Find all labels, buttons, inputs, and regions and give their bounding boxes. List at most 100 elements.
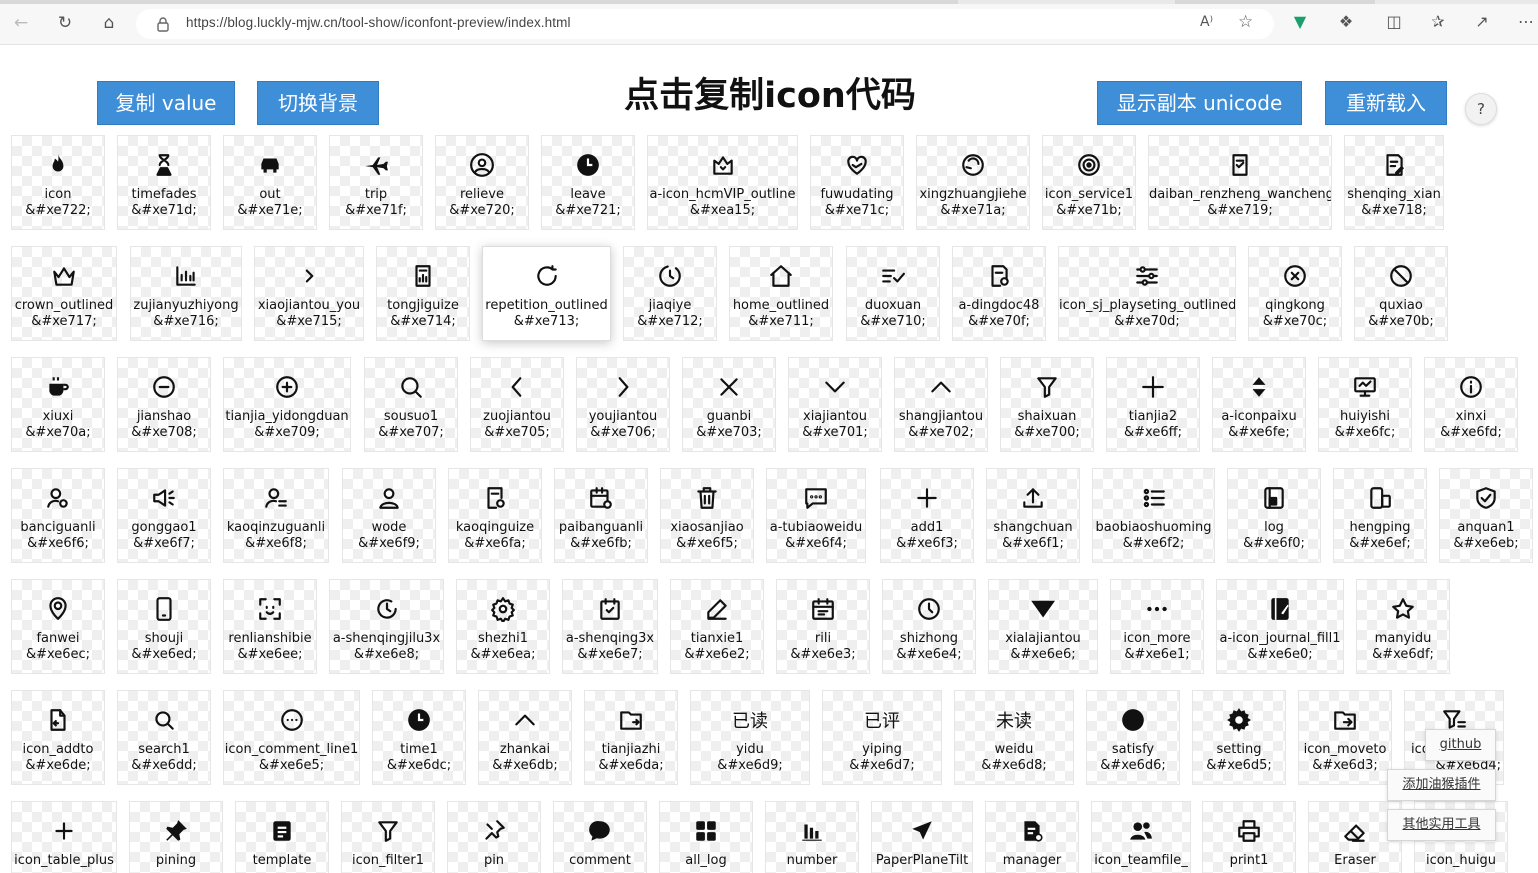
icon-card-yiping[interactable]: 已评 yiping &#xe6d7; — [822, 690, 942, 785]
active-tab-edge[interactable] — [0, 0, 958, 4]
icon-card-a-iconpaixu[interactable]: a-iconpaixu &#xe6fe; — [1212, 357, 1306, 452]
icon-card-shangchuan[interactable]: shangchuan &#xe6f1; — [986, 468, 1080, 563]
icon-card-rili[interactable]: rili &#xe6e3; — [776, 579, 870, 674]
other-tools-link[interactable]: 其他实用工具 — [1387, 809, 1496, 841]
icon-card-search1[interactable]: search1 &#xe6dd; — [117, 690, 211, 785]
back-icon[interactable]: ← — [10, 12, 32, 34]
icon-card-a-dingdoc48[interactable]: a-dingdoc48 &#xe70f; — [952, 246, 1046, 341]
icon-card-paibanguanli[interactable]: paibanguanli &#xe6fb; — [554, 468, 648, 563]
icon-card-a-shenqing3x[interactable]: a-shenqing3x &#xe6e7; — [562, 579, 658, 674]
icon-card-kaoqinguize[interactable]: kaoqinguize &#xe6fa; — [448, 468, 542, 563]
icon-card-zuojiantou[interactable]: zuojiantou &#xe705; — [470, 357, 564, 452]
icon-card-a-icon-hcmvip-outline[interactable]: a-icon_hcmVIP_outline &#xea15; — [647, 135, 798, 230]
icon-card-trip[interactable]: trip &#xe71f; — [329, 135, 423, 230]
icon-card-guanbi[interactable]: guanbi &#xe703; — [682, 357, 776, 452]
icon-card-weidu[interactable]: 未读 weidu &#xe6d8; — [954, 690, 1074, 785]
icon-card-timefades[interactable]: timefades &#xe71d; — [117, 135, 211, 230]
icon-card-anquan1[interactable]: anquan1 &#xe6eb; — [1439, 468, 1533, 563]
icon-card-qingkong[interactable]: qingkong &#xe70c; — [1248, 246, 1342, 341]
add-tampermonkey-link[interactable]: 添加油猴插件 — [1387, 769, 1496, 801]
icon-card-a-shenqingjilu3x[interactable]: a-shenqingjilu3x &#xe6e8; — [329, 579, 444, 674]
icon-card-huiyishi[interactable]: huiyishi &#xe6fc; — [1318, 357, 1412, 452]
icon-card-tianjiazhi[interactable]: tianjiazhi &#xe6da; — [584, 690, 678, 785]
icon-card-icon-service1[interactable]: icon_service1 &#xe71b; — [1042, 135, 1136, 230]
icon-card-zhankai[interactable]: zhankai &#xe6db; — [478, 690, 572, 785]
icon-card-renlianshibie[interactable]: renlianshibie &#xe6ee; — [223, 579, 317, 674]
home-icon[interactable]: ⌂ — [98, 12, 120, 34]
icon-card-tongjiguize[interactable]: tongjiguize &#xe714; — [376, 246, 470, 341]
icon-card-shaixuan[interactable]: shaixuan &#xe700; — [1000, 357, 1094, 452]
icon-card-tianjia2[interactable]: tianjia2 &#xe6ff; — [1106, 357, 1200, 452]
more-icon[interactable]: ⋯ — [1516, 12, 1536, 32]
icon-card-relieve[interactable]: relieve &#xe720; — [435, 135, 529, 230]
lock-icon[interactable] — [156, 16, 170, 32]
icon-card-icon[interactable]: icon &#xe722; — [11, 135, 105, 230]
icon-card-pining[interactable]: pining — [129, 801, 223, 873]
icon-card-setting[interactable]: setting &#xe6d5; — [1192, 690, 1286, 785]
icon-card-print1[interactable]: print1 — [1202, 801, 1296, 873]
icon-card-quxiao[interactable]: quxiao &#xe70b; — [1354, 246, 1448, 341]
icon-card-add1[interactable]: add1 &#xe6f3; — [880, 468, 974, 563]
icon-card-paperplanetilt[interactable]: PaperPlaneTilt — [871, 801, 973, 873]
icon-card-manager[interactable]: manager — [985, 801, 1079, 873]
address-bar[interactable]: https://blog.luckly-mjw.cn/tool-show/ico… — [136, 9, 1274, 39]
icon-card-gonggao1[interactable]: gonggao1 &#xe6f7; — [117, 468, 211, 563]
icon-card-shizhong[interactable]: shizhong &#xe6e4; — [882, 579, 976, 674]
icon-card-zujianyuzhiyong[interactable]: zujianyuzhiyong &#xe716; — [130, 246, 242, 341]
read-aloud-icon[interactable]: A⁾ — [1200, 14, 1213, 30]
refresh-icon[interactable]: ↻ — [54, 12, 76, 34]
icon-card-shangjiantou[interactable]: shangjiantou &#xe702; — [894, 357, 988, 452]
favorites-icon[interactable]: ✰ — [1428, 12, 1448, 32]
icon-card-xingzhuangjiehe[interactable]: xingzhuangjiehe &#xe71a; — [916, 135, 1030, 230]
icon-card-icon-addto[interactable]: icon_addto &#xe6de; — [11, 690, 105, 785]
icon-card-pin[interactable]: pin — [447, 801, 541, 873]
icon-card-out[interactable]: out &#xe71e; — [223, 135, 317, 230]
favorite-icon[interactable]: ☆ — [1238, 12, 1253, 32]
icon-card-xiaosanjiao[interactable]: xiaosanjiao &#xe6f5; — [660, 468, 754, 563]
icon-card-hengping[interactable]: hengping &#xe6ef; — [1333, 468, 1427, 563]
icon-card-icon-sj-playseting-outlined[interactable]: icon_sj_playseting_outlined &#xe70d; — [1058, 246, 1236, 341]
share-icon[interactable]: ↗ — [1472, 12, 1492, 32]
icon-card-shezhi1[interactable]: shezhi1 &#xe6ea; — [456, 579, 550, 674]
icon-card-icon-comment-line1[interactable]: icon_comment_line1 &#xe6e5; — [223, 690, 360, 785]
icon-card-youjiantou[interactable]: youjiantou &#xe706; — [576, 357, 670, 452]
icon-card-crown-outlined[interactable]: crown_outlined &#xe717; — [11, 246, 117, 341]
icon-card-a-icon-journal-fill1[interactable]: a-icon_journal_fill1 &#xe6e0; — [1216, 579, 1344, 674]
icon-card-shenqing-xian[interactable]: shenqing_xian &#xe718; — [1344, 135, 1444, 230]
icon-card-jiaqiye[interactable]: jiaqiye &#xe712; — [623, 246, 717, 341]
icon-card-fanwei[interactable]: fanwei &#xe6ec; — [11, 579, 105, 674]
icon-card-sousuo1[interactable]: sousuo1 &#xe707; — [364, 357, 458, 452]
icon-card-duoxuan[interactable]: duoxuan &#xe710; — [846, 246, 940, 341]
icon-card-xiaojiantou-you[interactable]: xiaojiantou_you &#xe715; — [254, 246, 364, 341]
icon-card-banciguanli[interactable]: banciguanli &#xe6f6; — [11, 468, 105, 563]
icon-card-satisfy[interactable]: satisfy &#xe6d6; — [1086, 690, 1180, 785]
icon-card-xiuxi[interactable]: xiuxi &#xe70a; — [11, 357, 105, 452]
icon-card-shouji[interactable]: shouji &#xe6ed; — [117, 579, 211, 674]
icon-card-number[interactable]: number — [765, 801, 859, 873]
icon-card-icon-more[interactable]: icon_more &#xe6e1; — [1110, 579, 1204, 674]
icon-card-icon-table-plus[interactable]: icon_table_plus — [11, 801, 117, 873]
icon-card-template[interactable]: template — [235, 801, 329, 873]
icon-card-a-tubiaoweidu[interactable]: a-tubiaoweidu &#xe6f4; — [766, 468, 866, 563]
icon-card-comment[interactable]: comment — [553, 801, 647, 873]
icon-card-xiajiantou[interactable]: xiajiantou &#xe701; — [788, 357, 882, 452]
icon-card-kaoqinzuguanli[interactable]: kaoqinzuguanli &#xe6f8; — [223, 468, 329, 563]
icon-card-icon-teamfile-[interactable]: icon_teamfile_ — [1091, 801, 1191, 873]
url-text[interactable]: https://blog.luckly-mjw.cn/tool-show/ico… — [186, 15, 571, 30]
icon-card-wode[interactable]: wode &#xe6f9; — [342, 468, 436, 563]
icon-card-manyidu[interactable]: manyidu &#xe6df; — [1356, 579, 1450, 674]
extensions-icon[interactable]: ❖ — [1336, 12, 1356, 32]
icon-card-xinxi[interactable]: xinxi &#xe6fd; — [1424, 357, 1518, 452]
icon-card-home-outlined[interactable]: home_outlined &#xe711; — [729, 246, 833, 341]
icon-card-repetition-outlined[interactable]: repetition_outlined &#xe713; — [482, 246, 611, 341]
vue-devtools-icon[interactable]: ▼ — [1290, 12, 1310, 32]
icon-card-time1[interactable]: time1 &#xe6dc; — [372, 690, 466, 785]
icon-card-xialajiantou[interactable]: xialajiantou &#xe6e6; — [988, 579, 1098, 674]
split-screen-icon[interactable]: ◫ — [1384, 12, 1404, 32]
icon-card-log[interactable]: log &#xe6f0; — [1227, 468, 1321, 563]
github-link[interactable]: github — [1425, 729, 1496, 761]
icon-card-yidu[interactable]: 已读 yidu &#xe6d9; — [690, 690, 810, 785]
icon-card-all-log[interactable]: all_log — [659, 801, 753, 873]
icon-card-daiban-renzheng-wancheng[interactable]: daiban_renzheng_wancheng &#xe719; — [1148, 135, 1332, 230]
tab-edge[interactable] — [1175, 0, 1375, 4]
